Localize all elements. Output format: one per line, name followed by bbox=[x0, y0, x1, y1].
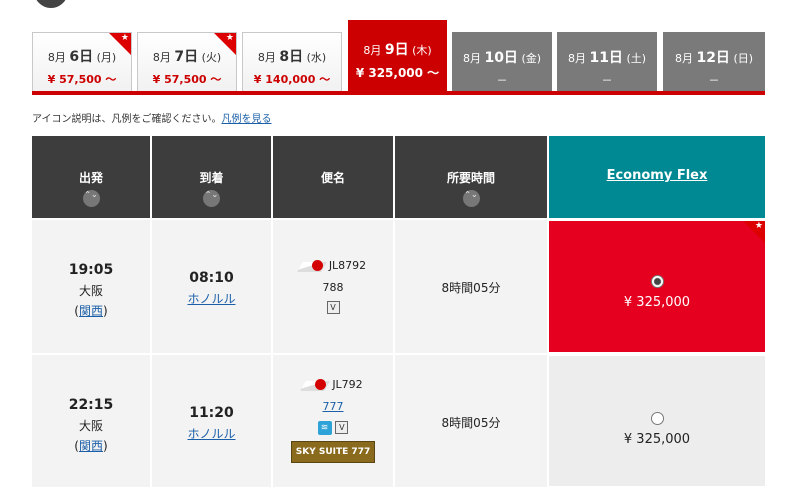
header-arrive-label: 到着 bbox=[199, 171, 224, 185]
jal-logo-icon bbox=[300, 258, 326, 272]
video-icon: V bbox=[335, 421, 349, 434]
date-tab-price: ¥ 57,500 ～ bbox=[47, 73, 117, 86]
dep-time: 19:05 bbox=[68, 262, 114, 278]
arr-time: 08:10 bbox=[189, 270, 234, 286]
legend-link[interactable]: 凡例を見る bbox=[222, 114, 272, 125]
aircraft-type: 788 bbox=[322, 281, 344, 294]
arr-time: 11:20 bbox=[189, 405, 234, 421]
date-tab-price: ¥ 140,000 ～ bbox=[253, 73, 331, 86]
header-depart[interactable]: 出発 ⌃⌄ bbox=[32, 136, 150, 218]
row1-flight: JL8792 788 V bbox=[273, 220, 393, 353]
date-tab-label: 8月 12日 (日) bbox=[674, 50, 754, 66]
back-button[interactable] bbox=[34, 0, 68, 8]
special-fare-star: ★ bbox=[109, 33, 131, 55]
row1-fare-cell[interactable]: ★ ¥ 325,000 bbox=[549, 221, 765, 352]
date-tab[interactable]: 8月 12日 (日) － bbox=[663, 32, 765, 91]
duration: 8時間05分 bbox=[441, 416, 501, 430]
date-tab[interactable]: 8月 8日 (水) ¥ 140,000 ～ bbox=[242, 32, 342, 91]
header-depart-label: 出発 bbox=[78, 171, 103, 185]
date-tab[interactable]: 8月 7日 (火) ¥ 57,500 ～ ★ bbox=[137, 32, 237, 91]
arr-city-link[interactable]: ホノルル bbox=[152, 290, 271, 307]
wifi-icon: ≋ bbox=[317, 421, 332, 435]
row2-depart: 22:15 大阪 (関西) bbox=[32, 355, 150, 487]
date-tab[interactable]: 8月 10日 (金) － bbox=[452, 32, 552, 91]
sort-duration-icon[interactable]: ⌃⌄ bbox=[462, 190, 480, 207]
row1-depart: 19:05 大阪 (関西) bbox=[32, 220, 150, 353]
special-fare-star: ★ bbox=[743, 221, 765, 243]
date-tab-label: 8月 9日 (木) bbox=[363, 42, 432, 58]
legend-note: アイコン説明は、凡例をご確認ください。凡例を見る bbox=[32, 110, 272, 125]
date-tab-price: ¥ 57,500 ～ bbox=[152, 73, 222, 86]
row2-flight: JL792 777 ≋ V SKY SUITE 777 bbox=[273, 355, 393, 487]
row2-arrive: 11:20 ホノルル bbox=[152, 355, 271, 487]
date-tab-label: 8月 11日 (土) bbox=[567, 50, 647, 66]
header-fare[interactable]: Economy Flex bbox=[549, 136, 765, 218]
date-tab[interactable]: 8月 11日 (土) － bbox=[557, 32, 657, 91]
date-tab-price: ¥ 325,000 ～ bbox=[355, 66, 440, 80]
date-tab-price: － bbox=[708, 74, 720, 87]
dep-city: 大阪 bbox=[78, 419, 103, 433]
special-fare-star: ★ bbox=[214, 33, 236, 55]
date-tabs: 8月 6日 (月) ¥ 57,500 ～ ★ 8月 7日 (火) ¥ 57,500 ～ ★… bbox=[32, 20, 765, 96]
flight-no: JL8792 bbox=[328, 258, 367, 272]
date-tab-label: 8月 10日 (金) bbox=[462, 50, 542, 66]
row1-duration: 8時間05分 bbox=[395, 220, 547, 353]
date-tab-label: 8月 8日 (水) bbox=[257, 49, 327, 65]
date-tab-price: － bbox=[601, 74, 613, 87]
header-flight-label: 便名 bbox=[320, 171, 345, 185]
date-tab[interactable]: 8月 6日 (月) ¥ 57,500 ～ ★ bbox=[32, 32, 132, 91]
row1-arrive: 08:10 ホノルル bbox=[152, 220, 271, 353]
dep-airport-link[interactable]: 関西 bbox=[79, 439, 103, 453]
aircraft-link[interactable]: 777 bbox=[273, 400, 393, 413]
video-icon: V bbox=[326, 301, 340, 314]
header-arrive[interactable]: 到着 ⌃⌄ bbox=[152, 136, 271, 218]
sky-suite-badge: SKY SUITE 777 bbox=[290, 441, 376, 463]
dep-city: 大阪 bbox=[78, 284, 103, 298]
row2-duration: 8時間05分 bbox=[395, 355, 547, 487]
header-fare-label[interactable]: Economy Flex bbox=[549, 168, 765, 183]
row2-fare-cell[interactable]: ¥ 325,000 bbox=[549, 356, 765, 486]
duration: 8時間05分 bbox=[441, 281, 501, 295]
legend-note-text: アイコン説明は、凡例をご確認ください。 bbox=[32, 114, 222, 125]
header-duration-label: 所要時間 bbox=[446, 171, 495, 185]
flight-no: JL792 bbox=[332, 377, 363, 391]
dep-time: 22:15 bbox=[68, 397, 114, 413]
sort-depart-icon[interactable]: ⌃⌄ bbox=[82, 190, 100, 207]
dep-airport-close: ) bbox=[103, 439, 108, 453]
dep-airport-link[interactable]: 関西 bbox=[79, 304, 103, 318]
date-tab-price: － bbox=[496, 74, 508, 87]
jal-logo-icon bbox=[303, 377, 329, 391]
arr-city-link[interactable]: ホノルル bbox=[152, 425, 271, 442]
date-tab[interactable]: 8月 9日 (木) ¥ 325,000 ～ bbox=[348, 20, 447, 92]
header-flight: 便名 bbox=[273, 136, 393, 218]
fare-radio[interactable] bbox=[650, 412, 664, 425]
fare-price: ¥ 325,000 bbox=[623, 432, 691, 447]
fare-price: ¥ 325,000 bbox=[623, 295, 691, 310]
sort-arrive-icon[interactable]: ⌃⌄ bbox=[203, 190, 220, 207]
dep-airport-close: ) bbox=[103, 304, 108, 318]
header-duration[interactable]: 所要時間 ⌃⌄ bbox=[395, 136, 547, 218]
fare-radio[interactable] bbox=[650, 275, 664, 288]
